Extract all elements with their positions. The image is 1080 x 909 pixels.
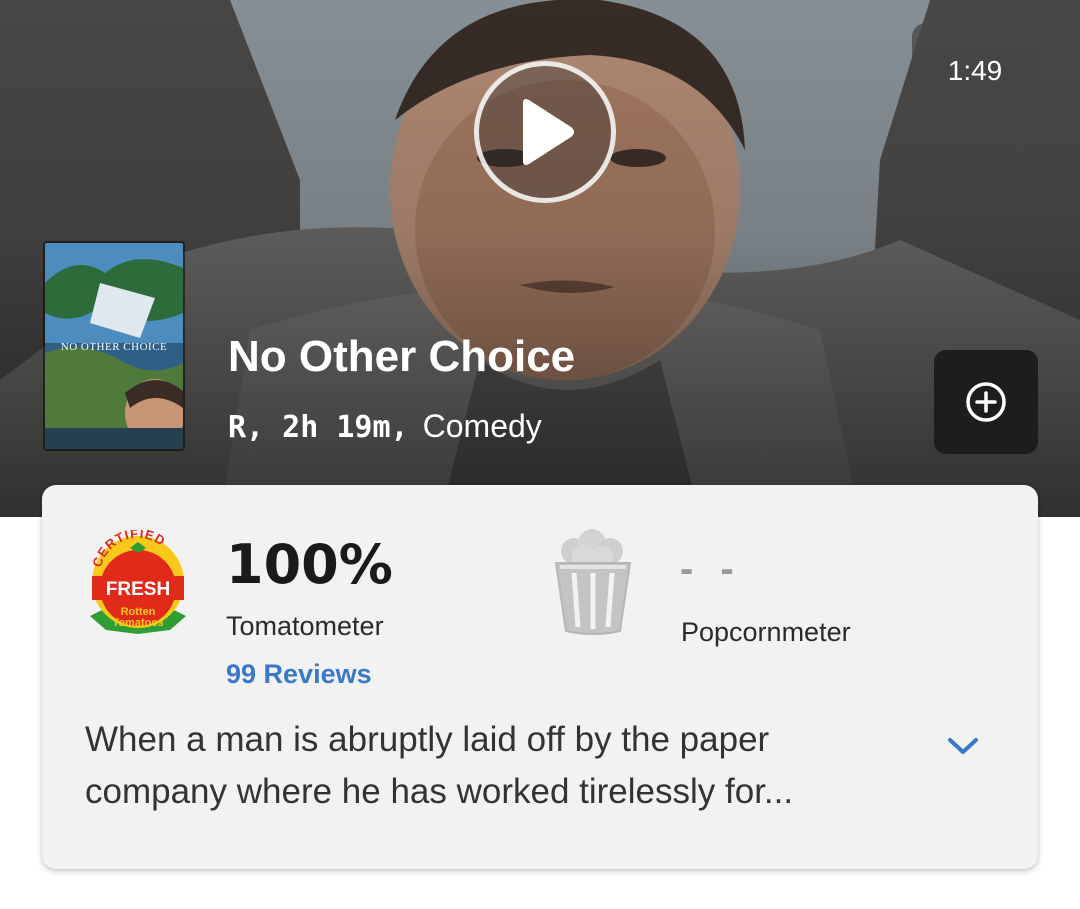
popcornmeter-label: Popcornmeter (681, 617, 851, 647)
play-button[interactable] (474, 61, 616, 203)
rating-runtime: R, 2h 19m, (228, 410, 409, 445)
badge-tomatoes-text: Tomatoes (112, 617, 163, 629)
plus-circle-icon (966, 382, 1006, 422)
genre-label: Comedy (422, 408, 542, 444)
movie-title: No Other Choice (228, 332, 576, 381)
chevron-down-icon[interactable] (946, 735, 980, 757)
play-icon (523, 99, 574, 165)
video-duration-badge: 1:49 (912, 23, 1038, 118)
trailer-hero[interactable]: 1:49 NO OTHER CHOICE No Other Choice R, … (0, 0, 1080, 517)
poster-title-text: NO OTHER CHOICE (60, 341, 168, 353)
popcornmeter-score: - - (680, 547, 742, 591)
score-card: CERTIFIED FRESH Rotten Tomatoes 100% Tom… (42, 485, 1038, 869)
badge-fresh-text: FRESH (106, 579, 170, 600)
certified-fresh-badge: CERTIFIED FRESH Rotten Tomatoes (89, 530, 186, 634)
reviews-link[interactable]: 99 Reviews (226, 659, 372, 690)
tomatometer-score: 100% (226, 533, 393, 596)
synopsis-text: When a man is abruptly laid off by the p… (85, 720, 794, 811)
movie-poster[interactable]: NO OTHER CHOICE (43, 241, 185, 451)
popcorn-bucket-icon (554, 529, 632, 635)
tomatometer-label: Tomatometer (226, 611, 384, 641)
movie-meta: R, 2h 19m, Comedy (228, 408, 542, 445)
add-to-watchlist-button[interactable] (934, 350, 1038, 454)
